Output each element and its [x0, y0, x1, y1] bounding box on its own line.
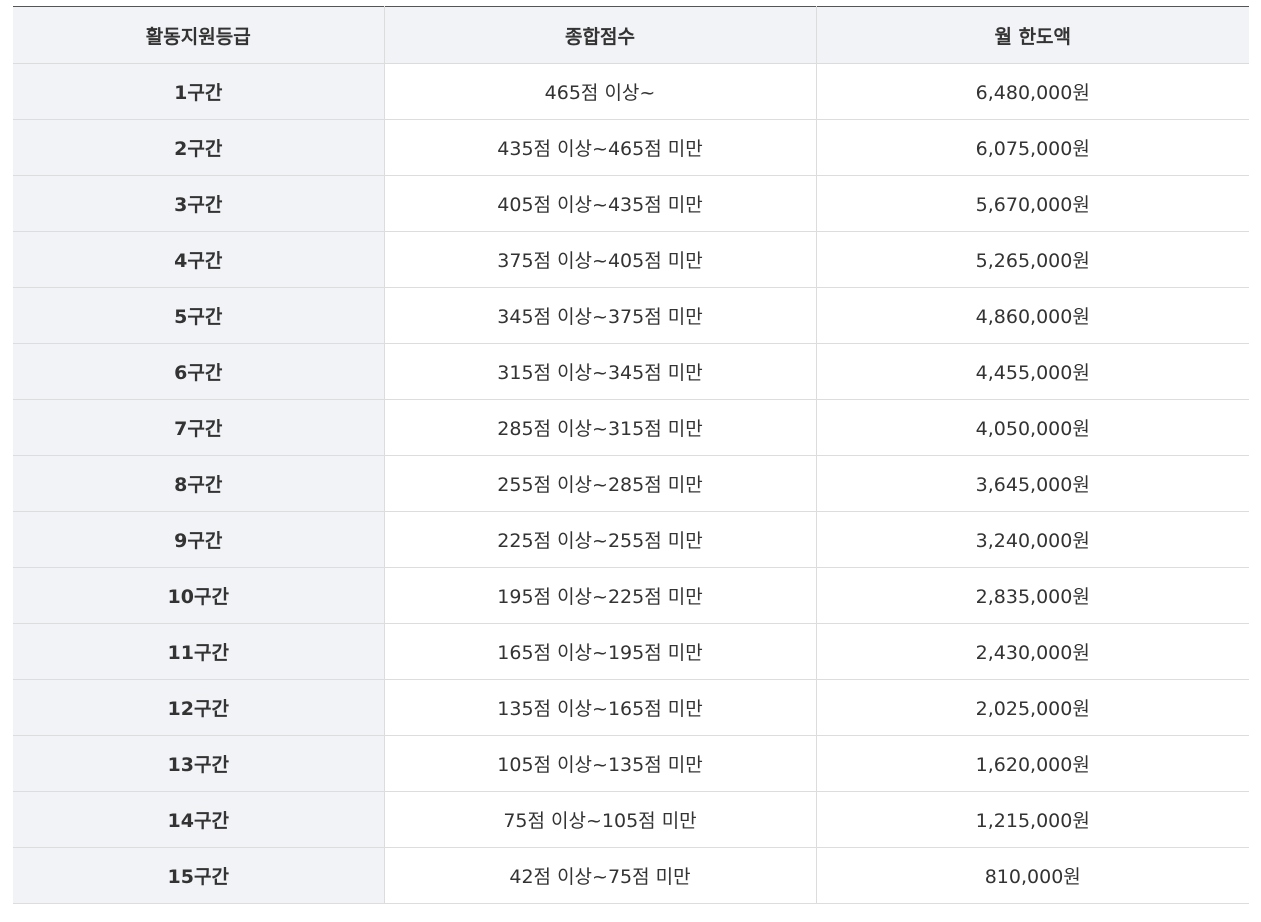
- table-row: 15구간 42점 이상~75점 미만 810,000원: [13, 847, 1249, 904]
- header-grade: 활동지원등급: [13, 6, 384, 64]
- grade-cell: 10구간: [13, 567, 385, 624]
- grade-cell: 11구간: [13, 623, 385, 680]
- table-row: 3구간 405점 이상~435점 미만 5,670,000원: [13, 175, 1249, 232]
- limit-cell: 4,860,000원: [815, 287, 1249, 344]
- limit-cell: 4,455,000원: [815, 343, 1249, 400]
- table-row: 12구간 135점 이상~165점 미만 2,025,000원: [13, 679, 1249, 736]
- table-row: 7구간 285점 이상~315점 미만 4,050,000원: [13, 399, 1249, 456]
- table-row: 9구간 225점 이상~255점 미만 3,240,000원: [13, 511, 1249, 568]
- table-header: 활동지원등급 종합점수 월 한도액: [13, 6, 1249, 64]
- table-row: 13구간 105점 이상~135점 미만 1,620,000원: [13, 735, 1249, 792]
- header-score: 종합점수: [383, 6, 816, 64]
- table-row: 1구간 465점 이상~ 6,480,000원: [13, 63, 1249, 120]
- table-row: 10구간 195점 이상~225점 미만 2,835,000원: [13, 567, 1249, 624]
- grade-cell: 8구간: [13, 455, 385, 512]
- limit-cell: 3,240,000원: [815, 511, 1249, 568]
- limit-cell: 3,645,000원: [815, 455, 1249, 512]
- table-row: 11구간 165점 이상~195점 미만 2,430,000원: [13, 623, 1249, 680]
- table-row: 4구간 375점 이상~405점 미만 5,265,000원: [13, 231, 1249, 288]
- grade-cell: 14구간: [13, 791, 385, 848]
- score-cell: 135점 이상~165점 미만: [384, 679, 816, 736]
- score-cell: 255점 이상~285점 미만: [384, 455, 816, 512]
- score-cell: 165점 이상~195점 미만: [384, 623, 816, 680]
- grade-cell: 4구간: [13, 231, 385, 288]
- limit-cell: 2,835,000원: [815, 567, 1249, 624]
- limit-cell: 1,215,000원: [815, 791, 1249, 848]
- limit-cell: 5,670,000원: [815, 175, 1249, 232]
- grade-cell: 6구간: [13, 343, 385, 400]
- score-cell: 195점 이상~225점 미만: [384, 567, 816, 624]
- table-row: 8구간 255점 이상~285점 미만 3,645,000원: [13, 455, 1249, 512]
- header-row: 활동지원등급 종합점수 월 한도액: [13, 6, 1249, 64]
- grade-cell: 12구간: [13, 679, 385, 736]
- activity-support-grade-table: 활동지원등급 종합점수 월 한도액 1구간 465점 이상~ 6,480,000…: [13, 6, 1249, 904]
- grade-cell: 1구간: [13, 63, 385, 120]
- score-cell: 42점 이상~75점 미만: [384, 847, 816, 904]
- score-cell: 315점 이상~345점 미만: [384, 343, 816, 400]
- limit-cell: 2,430,000원: [815, 623, 1249, 680]
- limit-cell: 810,000원: [815, 847, 1249, 904]
- score-cell: 285점 이상~315점 미만: [384, 399, 816, 456]
- table-body: 1구간 465점 이상~ 6,480,000원 2구간 435점 이상~465점…: [13, 63, 1249, 904]
- table-row: 5구간 345점 이상~375점 미만 4,860,000원: [13, 287, 1249, 344]
- score-cell: 105점 이상~135점 미만: [384, 735, 816, 792]
- score-cell: 435점 이상~465점 미만: [384, 119, 816, 176]
- score-cell: 75점 이상~105점 미만: [384, 791, 816, 848]
- grade-cell: 5구간: [13, 287, 385, 344]
- table-row: 2구간 435점 이상~465점 미만 6,075,000원: [13, 119, 1249, 176]
- grade-cell: 15구간: [13, 847, 385, 904]
- header-monthly-limit: 월 한도액: [815, 6, 1249, 64]
- grade-cell: 13구간: [13, 735, 385, 792]
- score-cell: 465점 이상~: [384, 63, 816, 120]
- limit-cell: 6,075,000원: [815, 119, 1249, 176]
- grade-cell: 3구간: [13, 175, 385, 232]
- table-row: 14구간 75점 이상~105점 미만 1,215,000원: [13, 791, 1249, 848]
- score-cell: 225점 이상~255점 미만: [384, 511, 816, 568]
- limit-cell: 4,050,000원: [815, 399, 1249, 456]
- limit-cell: 5,265,000원: [815, 231, 1249, 288]
- grade-cell: 7구간: [13, 399, 385, 456]
- limit-cell: 1,620,000원: [815, 735, 1249, 792]
- grade-cell: 2구간: [13, 119, 385, 176]
- table-row: 6구간 315점 이상~345점 미만 4,455,000원: [13, 343, 1249, 400]
- limit-cell: 2,025,000원: [815, 679, 1249, 736]
- score-cell: 405점 이상~435점 미만: [384, 175, 816, 232]
- limit-cell: 6,480,000원: [815, 63, 1249, 120]
- score-cell: 375점 이상~405점 미만: [384, 231, 816, 288]
- grade-cell: 9구간: [13, 511, 385, 568]
- grade-table-container: 활동지원등급 종합점수 월 한도액 1구간 465점 이상~ 6,480,000…: [13, 6, 1249, 904]
- score-cell: 345점 이상~375점 미만: [384, 287, 816, 344]
